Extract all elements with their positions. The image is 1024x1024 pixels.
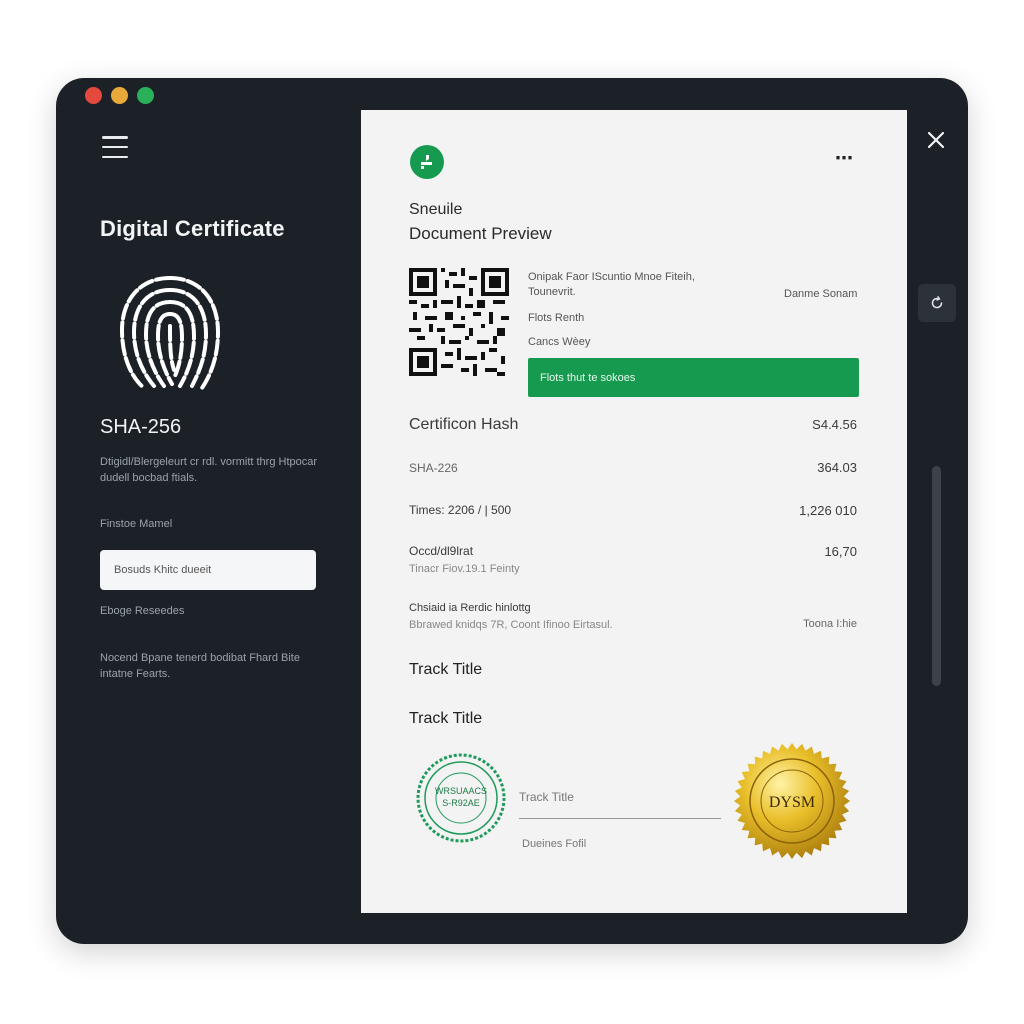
sidebar-footer-text: Nocend Bpane tenerd bodibat Fhard Bite i… — [100, 652, 300, 680]
row-value-record: Toona I:hie — [803, 618, 857, 630]
refresh-icon — [931, 296, 943, 309]
signature-label: Track Title — [519, 790, 574, 804]
meta-owner: Danme Sonam — [784, 288, 858, 300]
sidebar-description: Dtigidl/Blergeleurt cr rdl. vormitt thrg… — [100, 456, 318, 484]
maximize-window-dot[interactable] — [137, 87, 154, 104]
row-value-sha: 364.03 — [817, 460, 857, 475]
secondary-label: Eboge Reseedes — [100, 605, 185, 617]
minimize-window-dot[interactable] — [111, 87, 128, 104]
window-controls — [85, 87, 154, 104]
scrollbar[interactable] — [932, 466, 941, 686]
track-title-2: Track Title — [409, 710, 483, 727]
more-options-icon[interactable]: ⋯ — [835, 148, 854, 169]
row-value-times: 1,226 010 — [799, 503, 857, 518]
fingerprint-icon — [119, 276, 221, 390]
name-input[interactable] — [100, 550, 316, 590]
app-window: Digital Certificate SHA-256 Dtigidl/Bler… — [56, 78, 968, 944]
signature-line — [519, 818, 721, 819]
row-label-hash: Certificon Hash — [409, 416, 519, 433]
qr-code — [409, 268, 509, 376]
close-window-dot[interactable] — [85, 87, 102, 104]
document-preview: ⋯ Sneuile Document Preview Onipak Faor I… — [361, 110, 907, 913]
hamburger-icon[interactable] — [102, 136, 128, 158]
row-value-date: 16,70 — [824, 544, 857, 559]
field-label: Finstoe Mamel — [100, 518, 173, 530]
stamp-text-bottom: S-R92AE — [442, 798, 480, 808]
hash-algorithm: SHA-256 — [100, 416, 182, 438]
row-sub-date: Tinacr Fiov.19.1 Feinty — [409, 563, 520, 575]
document-title: Document Preview — [409, 224, 552, 243]
document-subtitle: Sneuile — [409, 201, 463, 218]
stamp-text-top: WRSUAACS — [435, 786, 487, 796]
sidebar-title: Digital Certificate — [100, 216, 285, 241]
refresh-button[interactable] — [918, 284, 956, 322]
seal-text: DYSM — [769, 794, 815, 811]
row-label-sha: SHA-226 — [409, 461, 458, 475]
meta-details: Onipak Faor IScuntio Mnoe Fiteih, Tounev… — [528, 271, 695, 298]
row-label-record: Chsiaid ia Rerdic hinlottg — [409, 602, 531, 614]
row-value-hash: S4.4.56 — [812, 417, 857, 432]
signature-name: Dueines Fofil — [522, 838, 587, 850]
verify-button[interactable]: Flots thut te sokoes — [528, 358, 859, 397]
track-title-1: Track Title — [409, 661, 483, 678]
row-label-times: Times: 2206 / | 500 — [409, 503, 512, 517]
close-icon[interactable] — [924, 128, 948, 152]
meta-field-3: Cancs Wèey — [528, 336, 591, 348]
gold-seal: DYSM — [734, 743, 850, 859]
meta-field-2: Flots Renth — [528, 312, 585, 324]
row-sub-record: Bbrawed knidqs 7R, Coont Ifinoo Eirtasul… — [409, 619, 613, 631]
verification-stamp: WRSUAACS S-R92AE — [416, 753, 506, 843]
row-label-date: Occd/dl9lrat — [409, 544, 474, 558]
document-logo-icon — [410, 145, 444, 179]
